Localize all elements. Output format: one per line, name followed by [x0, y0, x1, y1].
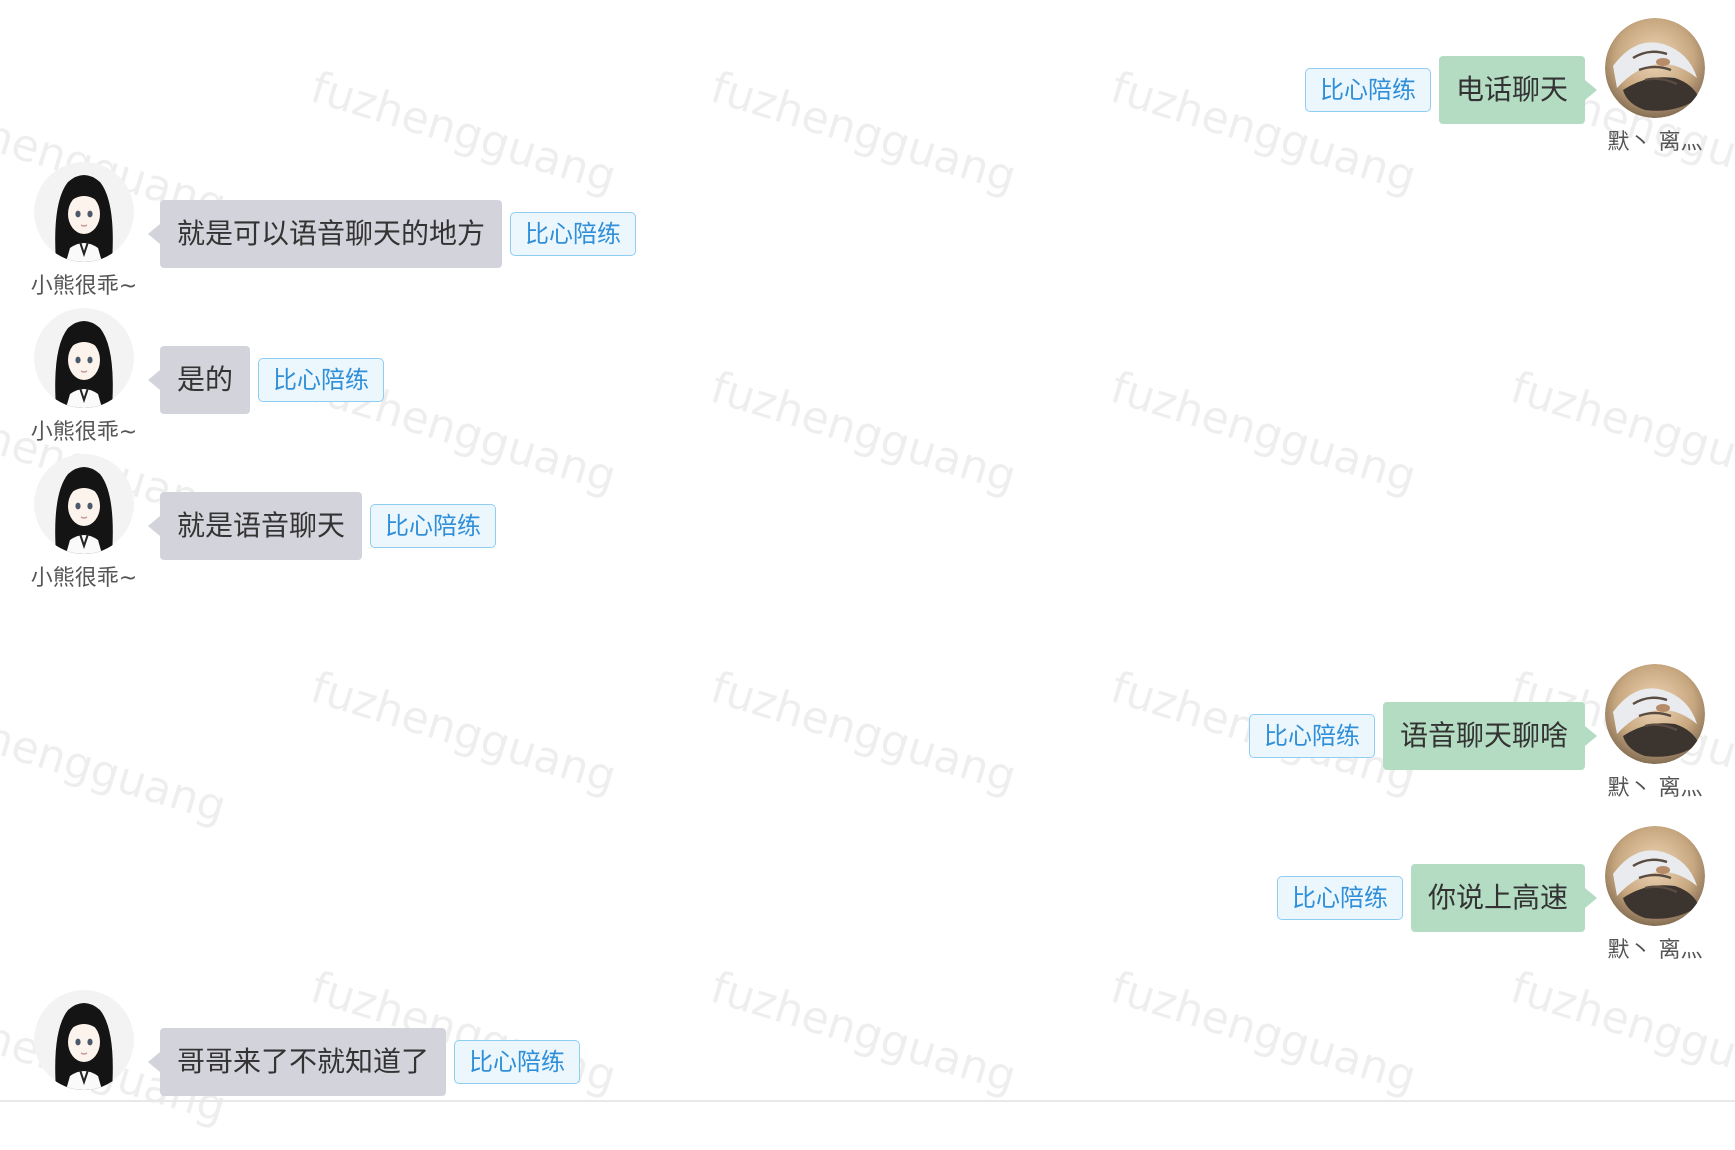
- sender-info: 默丶 离灬: [1595, 664, 1715, 802]
- source-tag: 比心陪练: [1304, 68, 1431, 112]
- source-tag: 比心陪练: [510, 212, 637, 256]
- message-content: 比心陪练 电话聊天: [1304, 56, 1598, 124]
- avatar-self-icon[interactable]: [1605, 18, 1705, 118]
- sender-name: 小熊很乖~: [30, 274, 138, 299]
- message-content: 就是可以语音聊天的地方 比心陪练: [147, 200, 637, 268]
- sender-info: 默丶 离灬: [1595, 18, 1715, 156]
- source-tag: 比心陪练: [370, 504, 497, 548]
- message-content: 是的 比心陪练: [147, 346, 385, 414]
- message-content: 就是语音聊天 比心陪练: [147, 492, 497, 560]
- avatar-girl-icon[interactable]: [34, 990, 134, 1090]
- source-tag: 比心陪练: [1276, 876, 1403, 920]
- source-tag: 比心陪练: [454, 1040, 581, 1084]
- source-tag: 比心陪练: [1248, 714, 1375, 758]
- message-content: 比心陪练 你说上高速: [1276, 864, 1598, 932]
- sender-info: 小熊很乖~: [24, 162, 144, 300]
- message-bubble[interactable]: 电话聊天: [1438, 56, 1598, 124]
- avatar-self-icon[interactable]: [1605, 826, 1705, 926]
- bottom-divider: [0, 1100, 1735, 1102]
- message-bubble[interactable]: 就是可以语音聊天的地方: [147, 200, 503, 268]
- sender-name: 小熊很乖~: [30, 420, 138, 445]
- sender-info: 小熊很乖~: [24, 454, 144, 592]
- message-content: 哥哥来了不就知道了 比心陪练: [147, 1028, 581, 1096]
- avatar-girl-icon[interactable]: [34, 162, 134, 262]
- message-bubble[interactable]: 是的: [147, 346, 251, 414]
- message-bubble[interactable]: 哥哥来了不就知道了: [147, 1028, 447, 1096]
- message-bubble[interactable]: 就是语音聊天: [147, 492, 363, 560]
- sender-info: [24, 990, 144, 1090]
- sender-name: 小熊很乖~: [30, 566, 138, 591]
- sender-info: 小熊很乖~: [24, 308, 144, 446]
- chat-history: 默丶 离灬 比心陪练 电话聊天 小熊很乖~ 就是可以语音聊天的地方 比心陪练 小…: [0, 0, 1735, 1106]
- message-bubble[interactable]: 你说上高速: [1410, 864, 1598, 932]
- message-bubble[interactable]: 语音聊天聊啥: [1382, 702, 1598, 770]
- avatar-girl-icon[interactable]: [34, 454, 134, 554]
- source-tag: 比心陪练: [258, 358, 385, 402]
- sender-name: 默丶 离灬: [1607, 938, 1703, 963]
- avatar-girl-icon[interactable]: [34, 308, 134, 408]
- sender-info: 默丶 离灬: [1595, 826, 1715, 964]
- message-content: 比心陪练 语音聊天聊啥: [1248, 702, 1598, 770]
- avatar-self-icon[interactable]: [1605, 664, 1705, 764]
- sender-name: 默丶 离灬: [1607, 130, 1703, 155]
- sender-name: 默丶 离灬: [1607, 776, 1703, 801]
